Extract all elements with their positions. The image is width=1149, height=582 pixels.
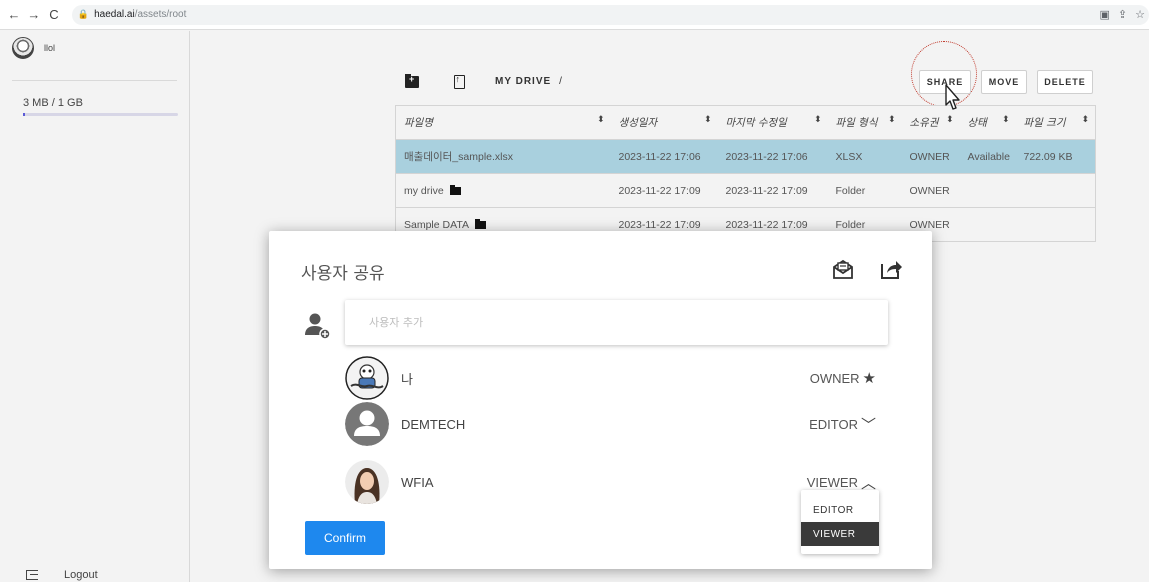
star-icon: ★	[862, 370, 876, 387]
member-name: DEMTECH	[401, 416, 466, 432]
member-row-editor: DEMTECH EDITOR ﹀	[345, 401, 888, 447]
sort-icon: ⬍	[1001, 115, 1010, 125]
bookmark-star-icon[interactable]: ☆	[1135, 8, 1145, 21]
sort-icon: ⬍	[703, 115, 712, 125]
forward-icon[interactable]: →	[26, 7, 42, 23]
column-header-type[interactable]: 파일 형식 ⬍	[827, 105, 902, 140]
table-row[interactable]: my drive 2023-11-22 17:09 2023-11-22 17:09…	[395, 173, 1096, 208]
table-cell-type: XLSX	[827, 139, 902, 174]
table-cell-status	[959, 173, 1016, 208]
user-profile[interactable]: llol	[12, 31, 177, 81]
storage-progress-bar	[23, 113, 178, 116]
new-folder-icon[interactable]	[405, 74, 419, 88]
table-cell-name: my drive	[395, 173, 611, 208]
mouse-cursor-icon	[945, 84, 960, 110]
confirm-button[interactable]: Confirm	[305, 521, 385, 555]
address-bar[interactable]: 🔒 haedal.ai /assets/root	[71, 4, 1149, 25]
table-cell-type: Folder	[827, 173, 902, 208]
upload-file-icon[interactable]	[454, 74, 465, 89]
chevron-down-icon: ﹀	[860, 416, 876, 434]
breadcrumb: MY DRIVE /	[495, 76, 563, 87]
lock-icon: 🔒	[77, 9, 90, 19]
column-header-size[interactable]: 파일 크기 ⬍	[1015, 105, 1096, 140]
folder-icon	[449, 184, 461, 195]
column-header-created[interactable]: 생성일자 ⬍	[610, 105, 718, 140]
table-cell-modified: 2023-11-22 17:06	[717, 139, 828, 174]
logout-label: Logout	[64, 569, 98, 581]
share-link-icon[interactable]	[879, 257, 903, 281]
sidebar: llol 3 MB / 1 GB Logout	[0, 31, 190, 582]
table-cell-owner: OWNER	[901, 173, 960, 208]
dropdown-option-viewer[interactable]: VIEWER	[801, 522, 879, 546]
breadcrumb-my-drive[interactable]: MY DRIVE	[495, 76, 551, 87]
sort-icon: ⬍	[813, 115, 822, 125]
share-page-icon[interactable]: ⇪	[1118, 8, 1127, 21]
browser-toolbar: ← → C 🔒 haedal.ai /assets/root ▣ ⇪ ☆	[0, 0, 1149, 30]
role-dropdown-menu: EDITOR VIEWER	[801, 490, 879, 554]
url-host: haedal.ai	[94, 9, 135, 20]
translate-icon[interactable]: ▣	[1100, 8, 1110, 21]
member-name: 나	[401, 371, 413, 387]
back-icon[interactable]: ←	[6, 7, 22, 23]
table-cell-size	[1015, 207, 1096, 242]
dialog-title: 사용자 공유	[301, 264, 385, 284]
add-user-icon	[305, 313, 331, 340]
table-cell-size	[1015, 173, 1096, 208]
share-dialog: 사용자 공유 나 OWNER★ DEMTECH ED	[269, 231, 932, 569]
avatar	[12, 37, 34, 59]
avatar	[345, 460, 389, 504]
url-path: /assets/root	[134, 9, 187, 20]
table-cell-modified: 2023-11-22 17:09	[717, 173, 828, 208]
sort-icon: ⬍	[596, 115, 605, 125]
table-row[interactable]: 매출데이터_sample.xlsx 2023-11-22 17:06 2023-11…	[395, 139, 1096, 174]
logout-icon	[26, 570, 38, 580]
file-toolbar: MY DRIVE/ SHARE MOVE DELETE	[405, 41, 1095, 107]
avatar	[345, 402, 389, 446]
username: llol	[44, 43, 56, 53]
table-cell-status: Available	[959, 139, 1016, 174]
move-button[interactable]: MOVE	[981, 70, 1027, 94]
member-role-select[interactable]: EDITOR ﹀	[809, 414, 876, 435]
add-user-input[interactable]	[345, 300, 888, 345]
column-header-name[interactable]: 파일명 ⬍	[395, 105, 611, 140]
avatar	[345, 356, 389, 400]
storage-usage-label: 3 MB / 1 GB	[23, 97, 83, 109]
reload-icon[interactable]: C	[46, 7, 62, 23]
table-cell-status	[959, 207, 1016, 242]
logout-button[interactable]: Logout	[26, 568, 98, 582]
delete-button[interactable]: DELETE	[1037, 70, 1093, 94]
sort-icon: ⬍	[887, 115, 896, 125]
column-header-modified[interactable]: 마지막 수정일 ⬍	[717, 105, 828, 140]
member-role: OWNER ★	[809, 370, 876, 387]
sort-icon: ⬍	[1081, 115, 1089, 125]
table-cell-size: 722.09 KB	[1015, 139, 1096, 174]
table-cell-owner: OWNER	[901, 139, 960, 174]
folder-icon	[474, 218, 486, 229]
breadcrumb-separator: /	[559, 76, 563, 87]
storage-progress-fill	[23, 113, 25, 116]
member-name: WFIA	[401, 474, 434, 490]
table-cell-created: 2023-11-22 17:09	[610, 173, 718, 208]
table-cell-name: 매출데이터_sample.xlsx	[395, 139, 611, 174]
file-table: 파일명 ⬍ 생성일자 ⬍ 마지막 수정일 ⬍ 파일 형식 ⬍ 소유권 ⬍ 상태 ⬍ 파일 크…	[395, 105, 1096, 242]
table-cell-created: 2023-11-22 17:06	[610, 139, 718, 174]
member-row-owner: 나 OWNER ★	[345, 355, 888, 401]
table-header-row: 파일명 ⬍ 생성일자 ⬍ 마지막 수정일 ⬍ 파일 형식 ⬍ 소유권 ⬍ 상태 ⬍ 파일 크…	[395, 105, 1096, 140]
mail-share-icon[interactable]	[831, 257, 855, 281]
dropdown-option-editor[interactable]: EDITOR	[801, 498, 879, 522]
